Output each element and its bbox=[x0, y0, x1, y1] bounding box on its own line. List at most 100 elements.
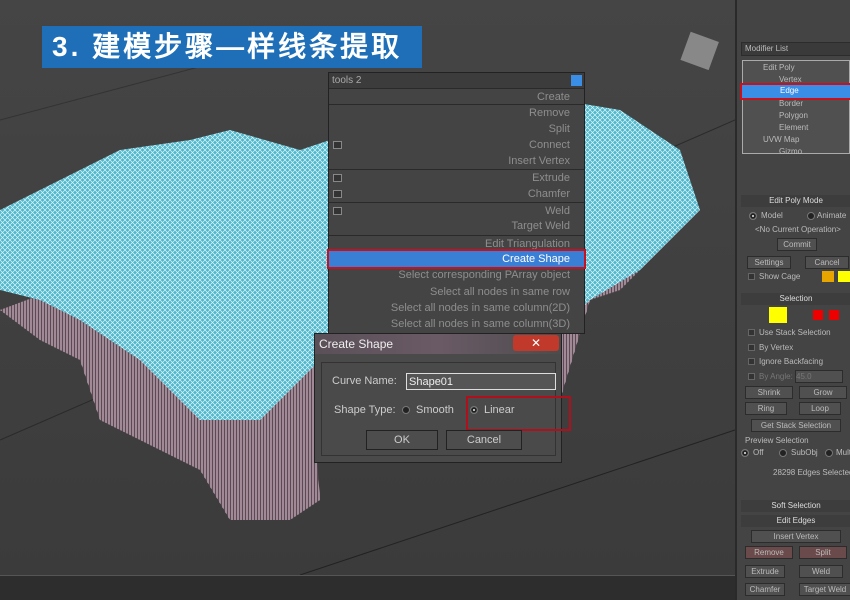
settings-box-icon[interactable] bbox=[333, 189, 342, 198]
selection-header[interactable]: Selection bbox=[741, 293, 850, 305]
quad-menu-item[interactable]: Weld bbox=[329, 202, 584, 218]
by-angle-checkbox[interactable] bbox=[748, 373, 755, 380]
menu-corner-icon[interactable] bbox=[571, 75, 582, 86]
quad-menu-item[interactable]: Insert Vertex bbox=[329, 153, 584, 169]
curve-name-input[interactable] bbox=[406, 373, 556, 390]
quad-menu-item-label: Create Shape bbox=[502, 252, 570, 265]
quad-menu-item[interactable]: Select corresponding PArray object bbox=[329, 267, 584, 283]
model-radio[interactable] bbox=[749, 212, 757, 220]
stack-vertex[interactable]: Vertex bbox=[779, 75, 802, 84]
shrink-button[interactable]: Shrink bbox=[745, 386, 793, 399]
animate-label: Animate bbox=[817, 211, 847, 220]
preview-off-radio[interactable] bbox=[741, 449, 749, 457]
multi-label: Multi bbox=[836, 448, 850, 457]
quad-menu-item[interactable]: Select all nodes in same column(2D) bbox=[329, 300, 584, 316]
by-vertex-checkbox[interactable] bbox=[748, 344, 755, 351]
element-mode-icon[interactable] bbox=[829, 310, 839, 320]
smooth-label: Smooth bbox=[416, 404, 454, 416]
quad-menu-item[interactable]: Target Weld bbox=[329, 218, 584, 234]
quad-menu-item-label: Edit Triangulation bbox=[485, 237, 570, 250]
stack-gizmo[interactable]: Gizmo bbox=[779, 147, 802, 156]
close-button[interactable]: ✕ bbox=[513, 335, 559, 351]
remove-button[interactable]: Remove bbox=[745, 546, 793, 559]
edge-mode-icon[interactable] bbox=[769, 307, 787, 323]
commit-button[interactable]: Commit bbox=[777, 238, 817, 251]
grow-button[interactable]: Grow bbox=[799, 386, 847, 399]
quad-menu-item[interactable]: Connect bbox=[329, 137, 584, 153]
stack-border[interactable]: Border bbox=[779, 99, 803, 108]
timeline-bar[interactable] bbox=[0, 575, 735, 600]
quad-menu-item-label: Chamfer bbox=[527, 187, 570, 200]
stack-element[interactable]: Element bbox=[779, 123, 808, 132]
insert-vertex-button[interactable]: Insert Vertex bbox=[751, 530, 841, 543]
animate-radio[interactable] bbox=[807, 212, 815, 220]
quad-menu-item-label: Remove bbox=[529, 107, 570, 120]
cancel-button[interactable]: Cancel bbox=[446, 430, 522, 450]
tutorial-title: 3. 建模步骤—样线条提取 bbox=[42, 26, 422, 68]
smooth-radio[interactable] bbox=[402, 406, 410, 414]
show-cage-checkbox[interactable] bbox=[748, 273, 755, 280]
off-label: Off bbox=[753, 448, 764, 457]
loop-button[interactable]: Loop bbox=[799, 402, 841, 415]
quad-menu-item[interactable]: Select all nodes in same column(3D) bbox=[329, 316, 584, 332]
ignore-backfacing-checkbox[interactable] bbox=[748, 358, 755, 365]
quad-menu-item-label: Select all nodes in same column(3D) bbox=[390, 318, 570, 331]
ok-button[interactable]: OK bbox=[366, 430, 438, 450]
quad-menu-item[interactable]: Extrude bbox=[329, 169, 584, 185]
show-cage-label: Show Cage bbox=[759, 272, 801, 281]
settings-box-icon[interactable] bbox=[333, 140, 342, 149]
quad-menu-item[interactable]: Edit Triangulation bbox=[329, 234, 584, 251]
ignore-backfacing-label: Ignore Backfacing bbox=[759, 357, 824, 366]
preview-selection-label: Preview Selection bbox=[745, 436, 809, 445]
quad-menu-item-label: Weld bbox=[545, 205, 570, 218]
settings-box-icon[interactable] bbox=[333, 207, 342, 216]
angle-spinner[interactable]: 45.0 bbox=[795, 370, 843, 383]
cancel-panel-button[interactable]: Cancel bbox=[805, 256, 849, 269]
modifier-list-dropdown[interactable]: Modifier List bbox=[741, 42, 850, 56]
edges-selected-status: 28298 Edges Selected bbox=[773, 468, 850, 477]
soft-selection-header[interactable]: Soft Selection bbox=[741, 500, 850, 512]
settings-button[interactable]: Settings bbox=[747, 256, 791, 269]
stack-edge-selected[interactable]: Edge bbox=[740, 83, 850, 100]
stack-uvw-map[interactable]: UVW Map bbox=[763, 135, 799, 144]
stack-edge-label: Edge bbox=[780, 86, 799, 95]
current-operation: <No Current Operation> bbox=[755, 225, 841, 234]
quad-menu-item-label: Connect bbox=[529, 138, 570, 151]
split-button[interactable]: Split bbox=[799, 546, 847, 559]
cage-color-swatch-2[interactable] bbox=[838, 271, 850, 282]
quad-menu-item[interactable]: Select all nodes in same row bbox=[329, 284, 584, 300]
target-weld-button[interactable]: Target Weld bbox=[799, 583, 850, 596]
quad-menu-item[interactable]: Create Shape bbox=[327, 248, 586, 270]
quad-menu-item-label: Extrude bbox=[532, 172, 570, 185]
weld-button[interactable]: Weld bbox=[799, 565, 843, 578]
edit-poly-mode-header[interactable]: Edit Poly Mode bbox=[741, 195, 850, 207]
quad-menu-item[interactable]: Create bbox=[329, 88, 584, 104]
polygon-mode-icon[interactable] bbox=[813, 310, 823, 320]
quad-menu-item[interactable]: Split bbox=[329, 121, 584, 137]
quad-menu-item-label: Select corresponding PArray object bbox=[398, 269, 570, 282]
quad-menu-item-label: Target Weld bbox=[511, 220, 571, 233]
stack-edit-poly[interactable]: Edit Poly bbox=[763, 63, 795, 72]
quad-menu: tools 2 Create Remove Split Connect Insert V… bbox=[327, 72, 586, 334]
preview-multi-radio[interactable] bbox=[825, 449, 833, 457]
subobj-label: SubObj bbox=[791, 448, 818, 457]
cage-color-swatch[interactable] bbox=[822, 271, 834, 282]
preview-subobj-radio[interactable] bbox=[779, 449, 787, 457]
linear-highlight-box bbox=[466, 396, 571, 431]
chamfer-button[interactable]: Chamfer bbox=[745, 583, 785, 596]
quad-menu-item-label: Select all nodes in same row bbox=[429, 285, 570, 298]
stack-polygon[interactable]: Polygon bbox=[779, 111, 808, 120]
get-stack-selection-button[interactable]: Get Stack Selection bbox=[751, 419, 841, 432]
extrude-button[interactable]: Extrude bbox=[745, 565, 785, 578]
quad-menu-title: tools 2 bbox=[332, 75, 362, 86]
by-vertex-label: By Vertex bbox=[759, 343, 794, 352]
quad-menu-item[interactable]: Remove bbox=[329, 104, 584, 120]
model-label: Model bbox=[761, 211, 783, 220]
ring-button[interactable]: Ring bbox=[745, 402, 787, 415]
quad-menu-item-label: Insert Vertex bbox=[508, 155, 570, 168]
settings-box-icon[interactable] bbox=[333, 174, 342, 183]
quad-menu-item[interactable]: Chamfer bbox=[329, 186, 584, 202]
by-angle-label: By Angle: bbox=[759, 372, 793, 381]
edit-edges-header[interactable]: Edit Edges bbox=[741, 515, 850, 527]
use-stack-checkbox[interactable] bbox=[748, 329, 755, 336]
